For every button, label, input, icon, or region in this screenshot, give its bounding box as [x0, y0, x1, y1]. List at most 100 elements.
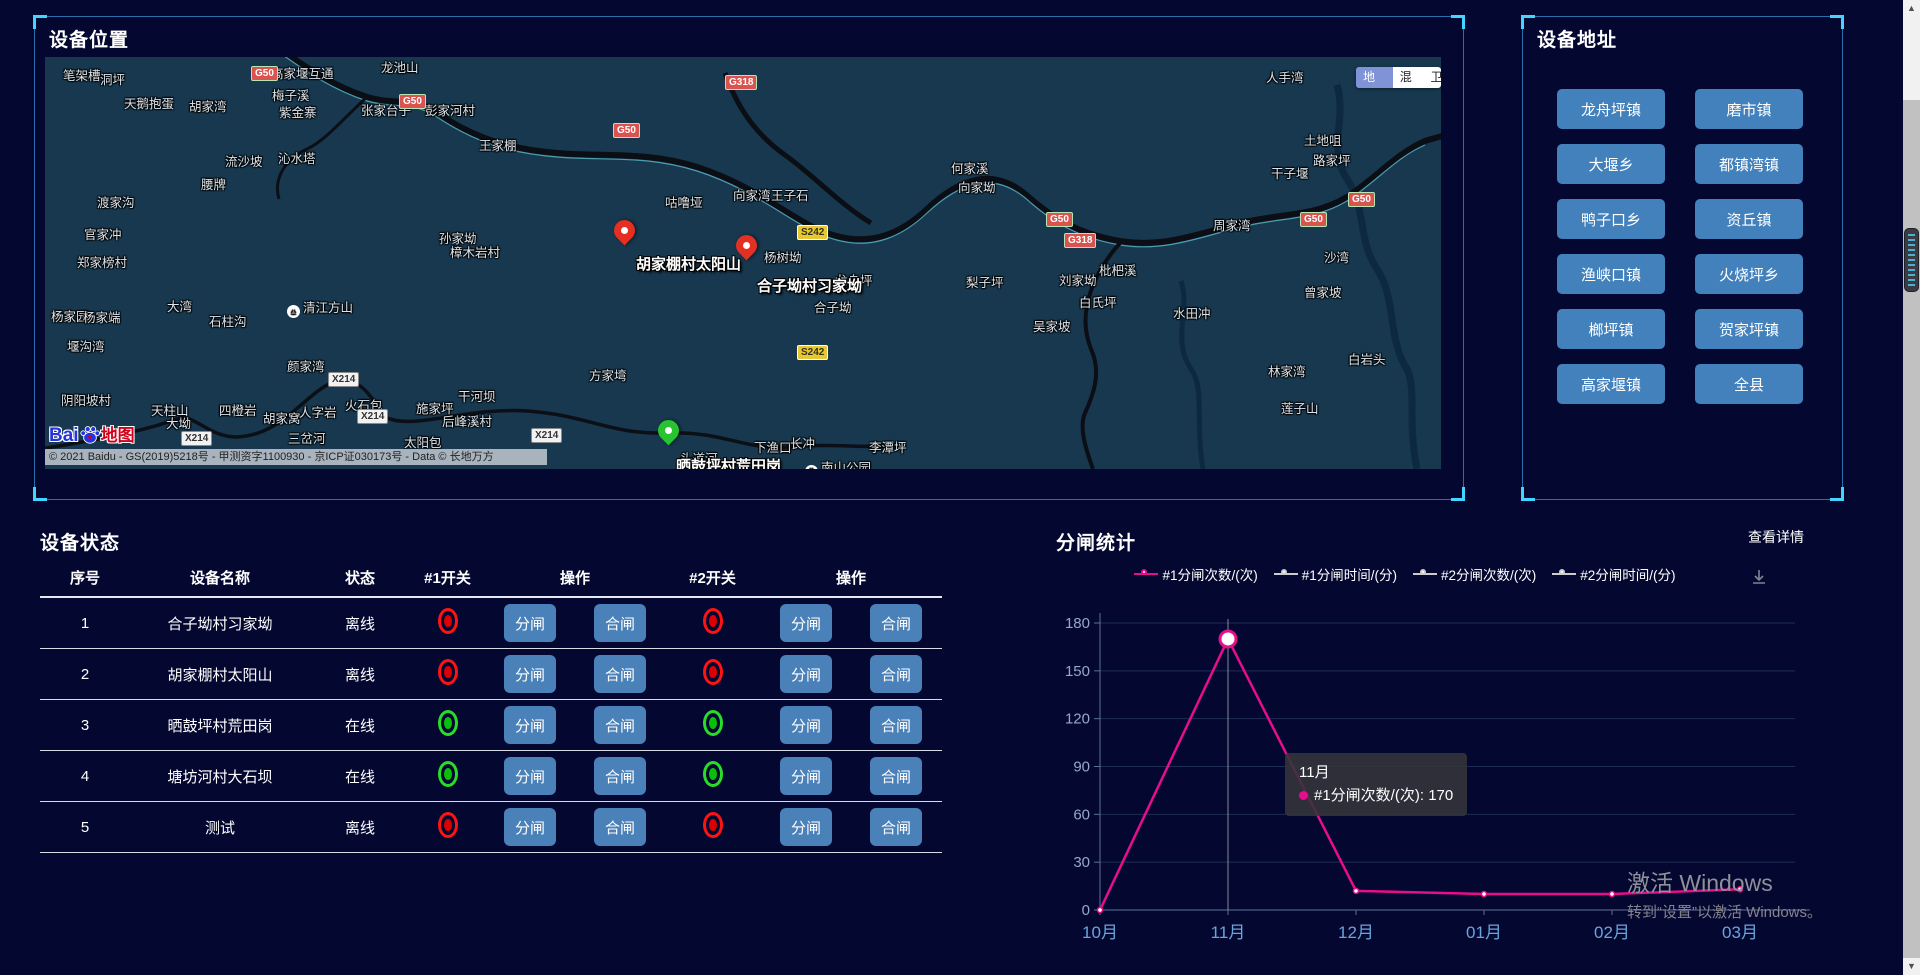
close-breaker-button[interactable]: 合闸 [870, 655, 922, 693]
legend-item[interactable]: #2分闸时间/(分) [1552, 564, 1675, 584]
open-breaker-button[interactable]: 分闸 [504, 706, 556, 744]
map-place-label: 杨树坳 [764, 247, 802, 266]
address-button-gaojiayan[interactable]: 高家堰镇 [1557, 364, 1665, 404]
address-button-grid: 龙舟坪镇 磨市镇 大堰乡 都镇湾镇 鸭子口乡 资丘镇 渔峡口镇 火烧坪乡 榔坪镇… [1557, 89, 1803, 404]
address-button-yuxiakou[interactable]: 渔峡口镇 [1557, 254, 1665, 294]
legend-item[interactable]: #2分闸次数/(次) [1413, 564, 1536, 584]
close-breaker-button[interactable]: 合闸 [870, 706, 922, 744]
address-button-longzhouping[interactable]: 龙舟坪镇 [1557, 89, 1665, 129]
legend-marker-icon [1274, 569, 1298, 579]
baidu-paw-icon [79, 425, 101, 445]
row-index: 2 [40, 666, 130, 683]
tooltip-title: 11月 [1299, 761, 1453, 784]
corner-accent [1830, 487, 1844, 501]
windows-activation-watermark: 激活 Windows [1627, 864, 1773, 898]
switch1-indicator [438, 761, 458, 787]
switch2-indicator [703, 710, 723, 736]
open-breaker-button[interactable]: 分闸 [780, 808, 832, 846]
open-breaker-button[interactable]: 分闸 [504, 655, 556, 693]
windows-activation-hint: 转到“设置”以激活 Windows。 [1627, 901, 1822, 922]
legend-item[interactable]: #1分闸时间/(分) [1274, 564, 1397, 584]
close-breaker-button[interactable]: 合闸 [594, 706, 646, 744]
map-place-label: 莲子山 [1281, 398, 1319, 417]
address-button-langping[interactable]: 榔坪镇 [1557, 309, 1665, 349]
map-mode-button[interactable]: 地图 [1356, 67, 1393, 88]
map-place-label: 清江方山 [287, 297, 353, 318]
map-place-label: 南山公园 [805, 457, 871, 469]
switch2-indicator [703, 761, 723, 787]
map-place-label: 洞坪 [100, 69, 125, 88]
svg-text:01月: 01月 [1466, 923, 1502, 942]
map-place-label: 干河坝 [458, 386, 496, 405]
device-location-panel: 设备位置 笔架槽洞坪高家堰互通龙池山天鹅抱蛋胡家湾梅子溪紫金寨张家台子彭家河村王… [34, 16, 1464, 500]
open-breaker-button[interactable]: 分闸 [780, 757, 832, 795]
download-icon[interactable] [1750, 568, 1768, 591]
road-shield-badge: S242 [797, 345, 828, 360]
address-button-moshi[interactable]: 磨市镇 [1695, 89, 1803, 129]
svg-text:90: 90 [1073, 759, 1090, 776]
scroll-up-arrow-icon[interactable]: ▲ [1903, 0, 1920, 17]
svg-text:120: 120 [1065, 711, 1090, 728]
status-badge: 在线 [310, 715, 410, 736]
map-place-label: 长冲 [790, 433, 815, 452]
address-button-duzhenwan[interactable]: 都镇湾镇 [1695, 144, 1803, 184]
scroll-down-arrow-icon[interactable]: ▼ [1903, 958, 1920, 975]
svg-text:60: 60 [1073, 806, 1090, 823]
map-place-label: 杨家端 [83, 307, 121, 326]
os-scrollbar[interactable]: ▲ ▼ [1903, 0, 1920, 975]
map-place-label: 阴阳坡村 [61, 390, 111, 409]
close-breaker-button[interactable]: 合闸 [870, 808, 922, 846]
device-location-title: 设备位置 [49, 25, 129, 52]
map-place-label: 樟木岩村 [450, 242, 500, 261]
map-place-label: 人字岩 [299, 402, 337, 421]
close-breaker-button[interactable]: 合闸 [870, 604, 922, 642]
map-place-label: 流沙坡 [225, 151, 263, 170]
close-breaker-button[interactable]: 合闸 [594, 757, 646, 795]
baidu-map[interactable]: 笔架槽洞坪高家堰互通龙池山天鹅抱蛋胡家湾梅子溪紫金寨张家台子彭家河村王家棚流沙坡… [45, 57, 1441, 469]
address-button-quanxian[interactable]: 全县 [1695, 364, 1803, 404]
address-button-ziqiu[interactable]: 资丘镇 [1695, 199, 1803, 239]
close-breaker-button[interactable]: 合闸 [870, 757, 922, 795]
side-scroll-widget[interactable] [1904, 228, 1919, 292]
map-place-label: 官家冲 [84, 224, 122, 243]
close-breaker-button[interactable]: 合闸 [594, 604, 646, 642]
row-index: 4 [40, 768, 130, 785]
view-details-link[interactable]: 查看详情 [1748, 527, 1804, 547]
status-badge: 在线 [310, 766, 410, 787]
corner-accent [33, 487, 47, 501]
device-pin-label: 合子坳村习家坳 [757, 275, 862, 296]
legend-item[interactable]: #1分闸次数/(次) [1134, 564, 1257, 584]
open-breaker-button[interactable]: 分闸 [504, 808, 556, 846]
table-row: 3 晒鼓坪村荒田岗 在线 分闸合闸 分闸合闸 [40, 700, 942, 751]
open-breaker-button[interactable]: 分闸 [780, 655, 832, 693]
map-place-label: 渡家沟 [97, 192, 135, 211]
svg-text:150: 150 [1065, 663, 1090, 680]
map-place-label: 曾家坡 [1304, 282, 1342, 301]
road-shield-badge: X214 [328, 372, 359, 387]
svg-text:30: 30 [1073, 854, 1090, 871]
device-pin-label: 胡家棚村太阳山 [636, 253, 741, 274]
open-breaker-button[interactable]: 分闸 [504, 757, 556, 795]
address-button-yazikou[interactable]: 鸭子口乡 [1557, 199, 1665, 239]
close-breaker-button[interactable]: 合闸 [594, 655, 646, 693]
map-place-label: 吴家坡 [1033, 316, 1071, 335]
svg-text:0: 0 [1082, 902, 1090, 919]
satellite-mode-button[interactable]: 卫星 [1430, 67, 1441, 88]
switch1-indicator [438, 812, 458, 838]
address-button-dayan[interactable]: 大堰乡 [1557, 144, 1665, 184]
map-place-label: 林家湾 [1268, 361, 1306, 380]
map-copyright: © 2021 Baidu - GS(2019)5218号 - 甲测资字11009… [45, 449, 547, 465]
address-button-huoshaoping[interactable]: 火烧坪乡 [1695, 254, 1803, 294]
table-row: 4 塘坊河村大石坝 在线 分闸合闸 分闸合闸 [40, 751, 942, 802]
open-breaker-button[interactable]: 分闸 [780, 604, 832, 642]
map-place-label: 胡家湾 [189, 96, 227, 115]
hybrid-mode-button[interactable]: 混合 [1393, 67, 1430, 88]
open-breaker-button[interactable]: 分闸 [504, 604, 556, 642]
close-breaker-button[interactable]: 合闸 [594, 808, 646, 846]
map-place-label: 四橙岩 [219, 400, 257, 419]
map-place-label: 李潭坪 [869, 437, 907, 456]
address-button-hejiaping[interactable]: 贺家坪镇 [1695, 309, 1803, 349]
open-breaker-button[interactable]: 分闸 [780, 706, 832, 744]
dashboard: 设备位置 笔架槽洞坪高家堰互通龙池山天鹅抱蛋胡家湾梅子溪紫金寨张家台子彭家河村王… [0, 0, 1920, 975]
road-shield-badge: G318 [725, 75, 757, 90]
